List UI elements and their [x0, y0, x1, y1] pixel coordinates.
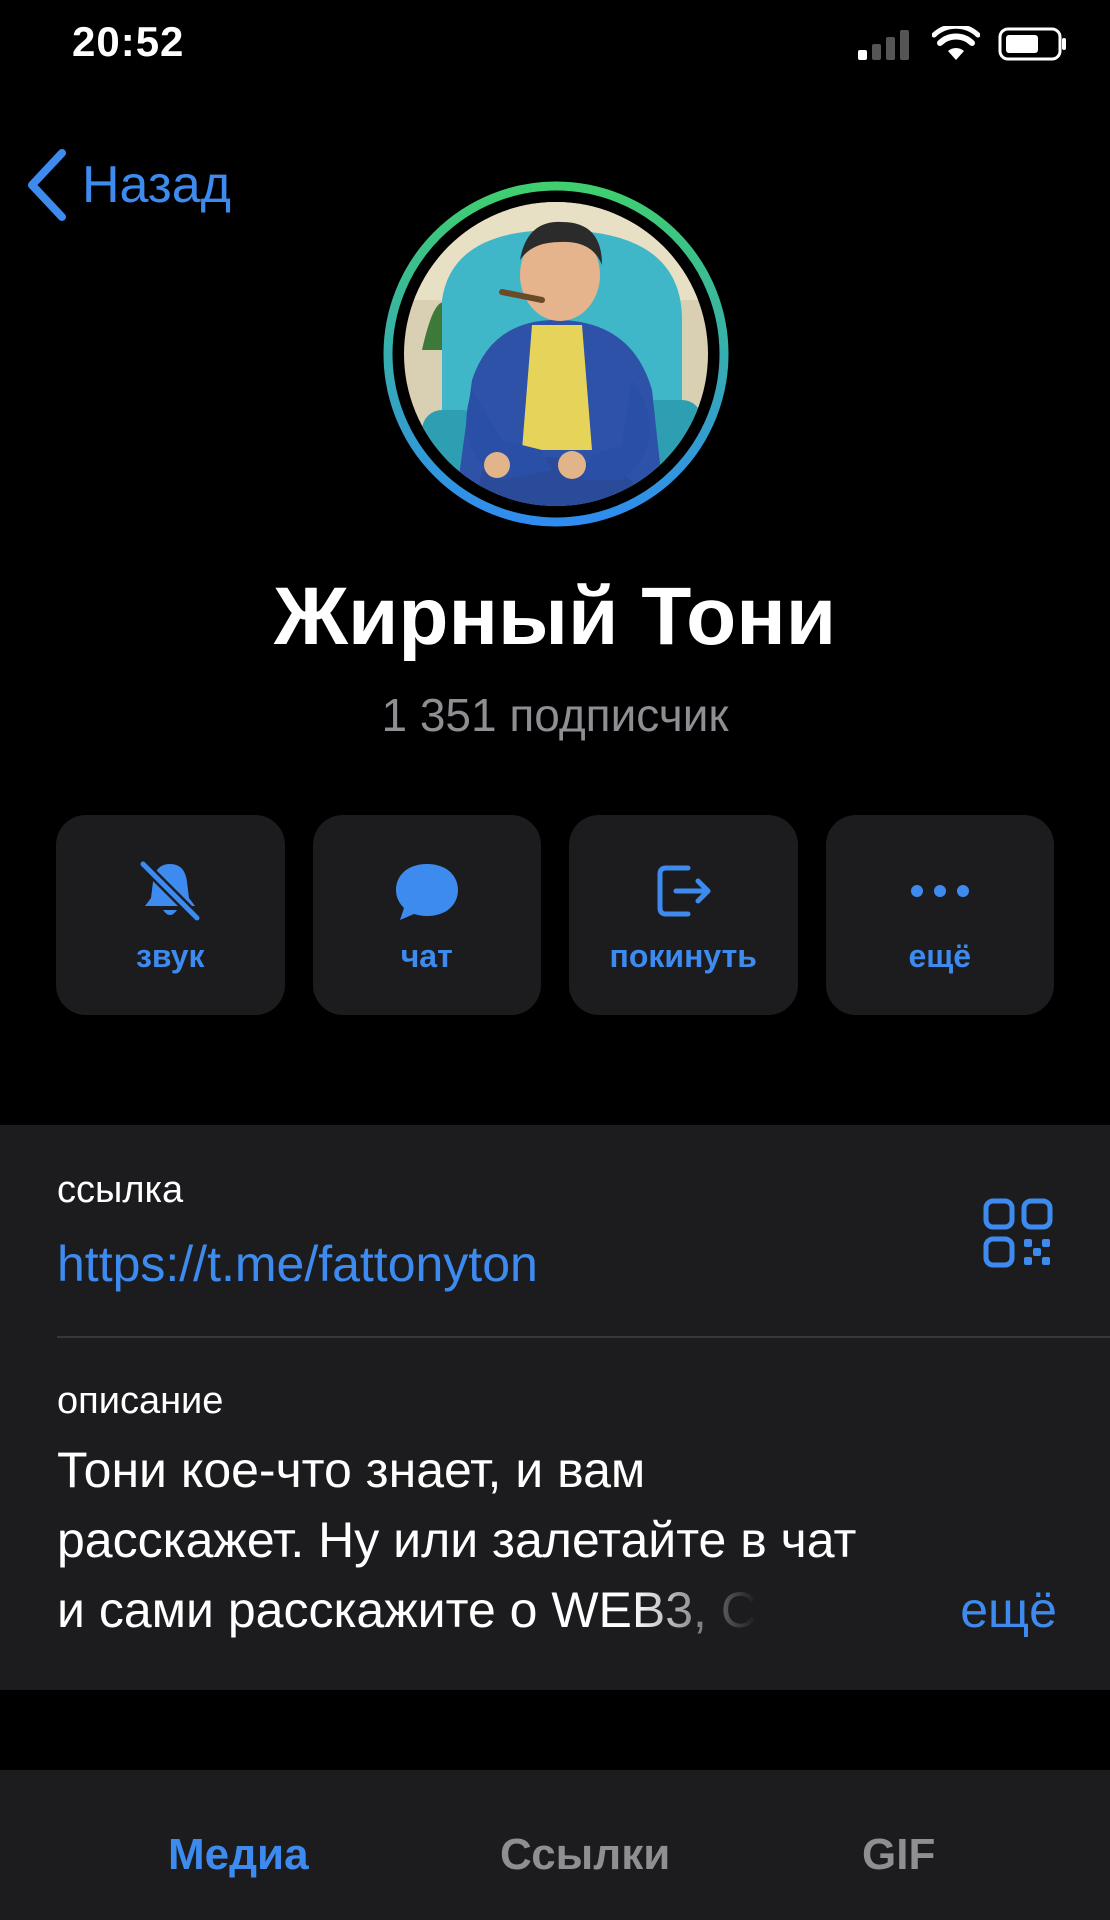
channel-avatar[interactable] — [382, 180, 730, 528]
sound-button[interactable]: звук — [56, 815, 285, 1015]
description-more-link[interactable]: ещё — [960, 1575, 1057, 1645]
description-text: Тони кое-что знает, и вам расскажет. Ну … — [57, 1435, 1057, 1645]
status-icons — [858, 24, 1068, 64]
sound-label: звук — [135, 937, 205, 974]
leave-button[interactable]: покинуть — [569, 815, 798, 1015]
channel-name: Жирный Тони — [273, 571, 837, 662]
signal-icon — [858, 30, 909, 60]
leave-icon — [657, 865, 711, 916]
status-bar: 20:52 — [0, 0, 1110, 90]
subscriber-count: 1 351 подписчик — [381, 689, 729, 741]
bell-muted-icon — [138, 858, 203, 923]
action-buttons: звук чат покинуть ещё — [56, 815, 1054, 1015]
description-label: описание — [57, 1380, 224, 1422]
chevron-left-icon — [28, 149, 66, 221]
chat-label: чат — [400, 937, 453, 974]
status-time: 20:52 — [72, 18, 185, 65]
info-section: ссылка https://t.me/fattonyton описание … — [0, 1125, 1110, 1690]
chat-bubble-icon — [395, 863, 458, 920]
tab-gif[interactable]: GIF — [862, 1830, 935, 1880]
battery-icon — [998, 27, 1066, 61]
chat-button[interactable]: чат — [312, 815, 541, 1015]
more-button[interactable]: ещё — [825, 815, 1054, 1015]
channel-link[interactable]: https://t.me/fattonyton — [57, 1235, 538, 1293]
description-faded-tail: B3, С — [632, 1575, 757, 1645]
description-line: расскажет. Ну или залетайте в чат — [57, 1512, 857, 1568]
qr-code-icon[interactable] — [982, 1197, 1054, 1269]
link-label: ссылка — [57, 1169, 184, 1211]
back-label: Назад — [82, 156, 231, 214]
divider — [57, 1336, 1110, 1338]
description-line: Тони кое-что знает, и вам — [57, 1442, 646, 1498]
description-line-truncated: и сами расскажите о WEB3, С ещё — [57, 1575, 1057, 1645]
leave-label: покинуть — [609, 937, 757, 974]
tab-links[interactable]: Ссылки — [500, 1830, 670, 1880]
wifi-icon — [932, 26, 980, 60]
tab-media[interactable]: Медиа — [168, 1830, 309, 1880]
media-tabs: Медиа Ссылки GIF — [0, 1770, 1110, 1920]
description-line: и сами расскажите о WEB3, С — [57, 1582, 757, 1638]
more-dots-icon — [910, 884, 969, 897]
more-label: ещё — [908, 937, 972, 974]
back-button[interactable]: Назад — [24, 149, 231, 221]
